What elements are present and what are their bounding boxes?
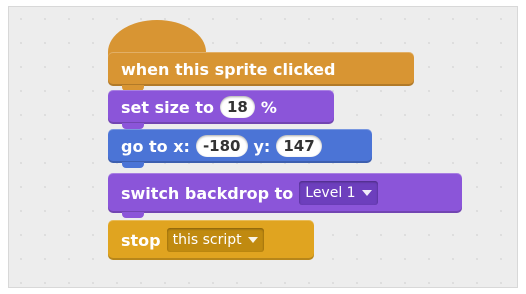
switch-backdrop-label: switch backdrop to xyxy=(121,183,294,203)
block-notch xyxy=(122,212,144,218)
size-value-input[interactable]: 18 xyxy=(219,96,255,118)
backdrop-dropdown[interactable]: Level 1 xyxy=(299,181,378,205)
set-size-label: set size to xyxy=(121,97,214,117)
stop-selected-value: this script xyxy=(172,232,242,248)
switch-backdrop-block[interactable]: switch backdrop to Level 1 xyxy=(108,173,462,218)
set-size-block[interactable]: set size to 18 % xyxy=(108,90,334,129)
block-notch xyxy=(122,162,144,168)
size-unit-label: % xyxy=(260,97,277,117)
hat-block-label: when this sprite clicked xyxy=(121,59,336,79)
chevron-down-icon xyxy=(247,237,258,243)
stop-block[interactable]: stop this script xyxy=(108,220,314,260)
stop-option-dropdown[interactable]: this script xyxy=(166,228,264,252)
x-value-input[interactable]: -180 xyxy=(195,135,248,157)
y-value-input[interactable]: 147 xyxy=(276,135,322,157)
stop-label: stop xyxy=(121,230,161,250)
go-to-x-label: go to x: xyxy=(121,136,190,156)
y-label: y: xyxy=(253,136,271,156)
chevron-down-icon xyxy=(361,190,372,196)
when-sprite-clicked-block[interactable]: when this sprite clicked xyxy=(108,52,414,91)
backdrop-selected-value: Level 1 xyxy=(305,185,356,201)
go-to-xy-block[interactable]: go to x: -180 y: 147 xyxy=(108,129,372,168)
